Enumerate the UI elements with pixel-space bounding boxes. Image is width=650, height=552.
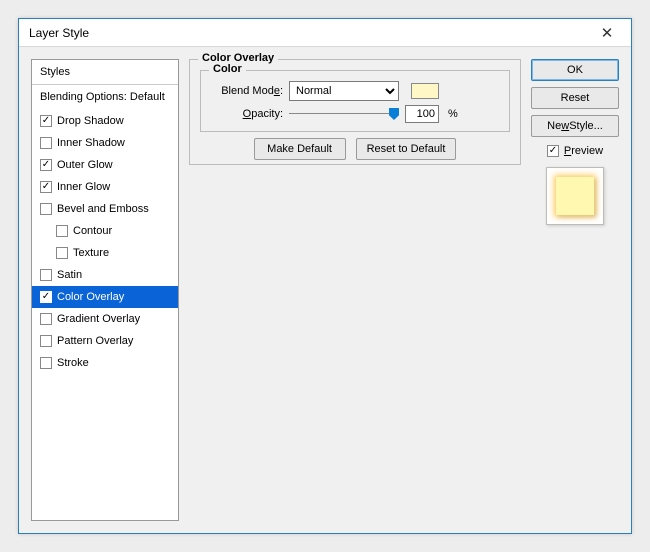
style-checkbox[interactable]	[40, 203, 52, 215]
default-buttons-row: Make Default Reset to Default	[200, 138, 510, 160]
style-item-satin[interactable]: Satin	[32, 264, 178, 286]
preview-thumbnail	[546, 167, 604, 225]
titlebar: Layer Style ✕	[19, 19, 631, 47]
style-item-label: Satin	[57, 269, 82, 281]
style-checkbox[interactable]: ✓	[40, 159, 52, 171]
blend-mode-select[interactable]: Normal	[289, 81, 399, 101]
style-item-label: Inner Glow	[57, 181, 110, 193]
preview-checkbox[interactable]: ✓	[547, 145, 559, 157]
style-checkbox[interactable]	[40, 137, 52, 149]
style-item-drop-shadow[interactable]: ✓ Drop Shadow	[32, 110, 178, 132]
style-checkbox[interactable]	[40, 357, 52, 369]
style-item-color-overlay[interactable]: ✓ Color Overlay	[32, 286, 178, 308]
style-checkbox[interactable]: ✓	[40, 115, 52, 127]
new-style-button[interactable]: New Style...	[531, 115, 619, 137]
style-item-label: Drop Shadow	[57, 115, 124, 127]
opacity-slider-thumb[interactable]	[389, 108, 399, 120]
style-item-contour[interactable]: Contour	[32, 220, 178, 242]
style-checkbox[interactable]	[40, 313, 52, 325]
opacity-unit: %	[448, 108, 458, 120]
color-group: Color Blend Mode: Normal Opacity:	[200, 70, 510, 132]
styles-list: Styles Blending Options: Default ✓ Drop S…	[31, 59, 179, 521]
dialog-body: Styles Blending Options: Default ✓ Drop S…	[19, 47, 631, 533]
style-item-bevel-and-emboss[interactable]: Bevel and Emboss	[32, 198, 178, 220]
reset-button[interactable]: Reset	[531, 87, 619, 109]
style-item-label: Pattern Overlay	[57, 335, 133, 347]
preview-label: Preview	[564, 145, 603, 157]
opacity-row: Opacity: %	[211, 105, 499, 123]
preview-toggle[interactable]: ✓ Preview	[531, 145, 619, 157]
style-item-texture[interactable]: Texture	[32, 242, 178, 264]
style-item-label: Stroke	[57, 357, 89, 369]
style-item-label: Contour	[73, 225, 112, 237]
right-column: OK Reset New Style... ✓ Preview	[531, 59, 619, 521]
style-item-stroke[interactable]: Stroke	[32, 352, 178, 374]
ok-button[interactable]: OK	[531, 59, 619, 81]
style-item-label: Outer Glow	[57, 159, 113, 171]
style-item-inner-glow[interactable]: ✓ Inner Glow	[32, 176, 178, 198]
style-checkbox[interactable]	[40, 335, 52, 347]
style-checkbox[interactable]	[40, 269, 52, 281]
style-item-outer-glow[interactable]: ✓ Outer Glow	[32, 154, 178, 176]
style-checkbox[interactable]: ✓	[40, 291, 52, 303]
style-item-gradient-overlay[interactable]: Gradient Overlay	[32, 308, 178, 330]
style-item-label: Color Overlay	[57, 291, 124, 303]
blend-mode-row: Blend Mode: Normal	[211, 81, 499, 101]
style-checkbox[interactable]: ✓	[40, 181, 52, 193]
blend-mode-label: Blend Mode:	[211, 85, 283, 97]
color-overlay-fieldset: Color Overlay Color Blend Mode: Normal O…	[189, 59, 521, 165]
blending-options-item[interactable]: Blending Options: Default	[32, 85, 178, 110]
opacity-input[interactable]	[405, 105, 439, 123]
make-default-button[interactable]: Make Default	[254, 138, 346, 160]
style-item-label: Texture	[73, 247, 109, 259]
settings-panel: Color Overlay Color Blend Mode: Normal O…	[189, 59, 521, 521]
style-checkbox[interactable]	[56, 247, 68, 259]
dialog-title: Layer Style	[29, 26, 587, 40]
opacity-label: Opacity:	[211, 108, 283, 120]
close-icon[interactable]: ✕	[587, 24, 627, 42]
style-item-inner-shadow[interactable]: Inner Shadow	[32, 132, 178, 154]
style-item-label: Inner Shadow	[57, 137, 125, 149]
opacity-slider[interactable]	[289, 107, 399, 121]
layer-style-dialog: Layer Style ✕ Styles Blending Options: D…	[18, 18, 632, 534]
reset-to-default-button[interactable]: Reset to Default	[356, 138, 457, 160]
preview-swatch	[556, 177, 594, 215]
style-item-label: Bevel and Emboss	[57, 203, 149, 215]
color-swatch[interactable]	[411, 83, 439, 99]
color-group-title: Color	[209, 63, 246, 75]
style-item-label: Gradient Overlay	[57, 313, 140, 325]
style-checkbox[interactable]	[56, 225, 68, 237]
style-item-pattern-overlay[interactable]: Pattern Overlay	[32, 330, 178, 352]
styles-header[interactable]: Styles	[32, 60, 178, 85]
